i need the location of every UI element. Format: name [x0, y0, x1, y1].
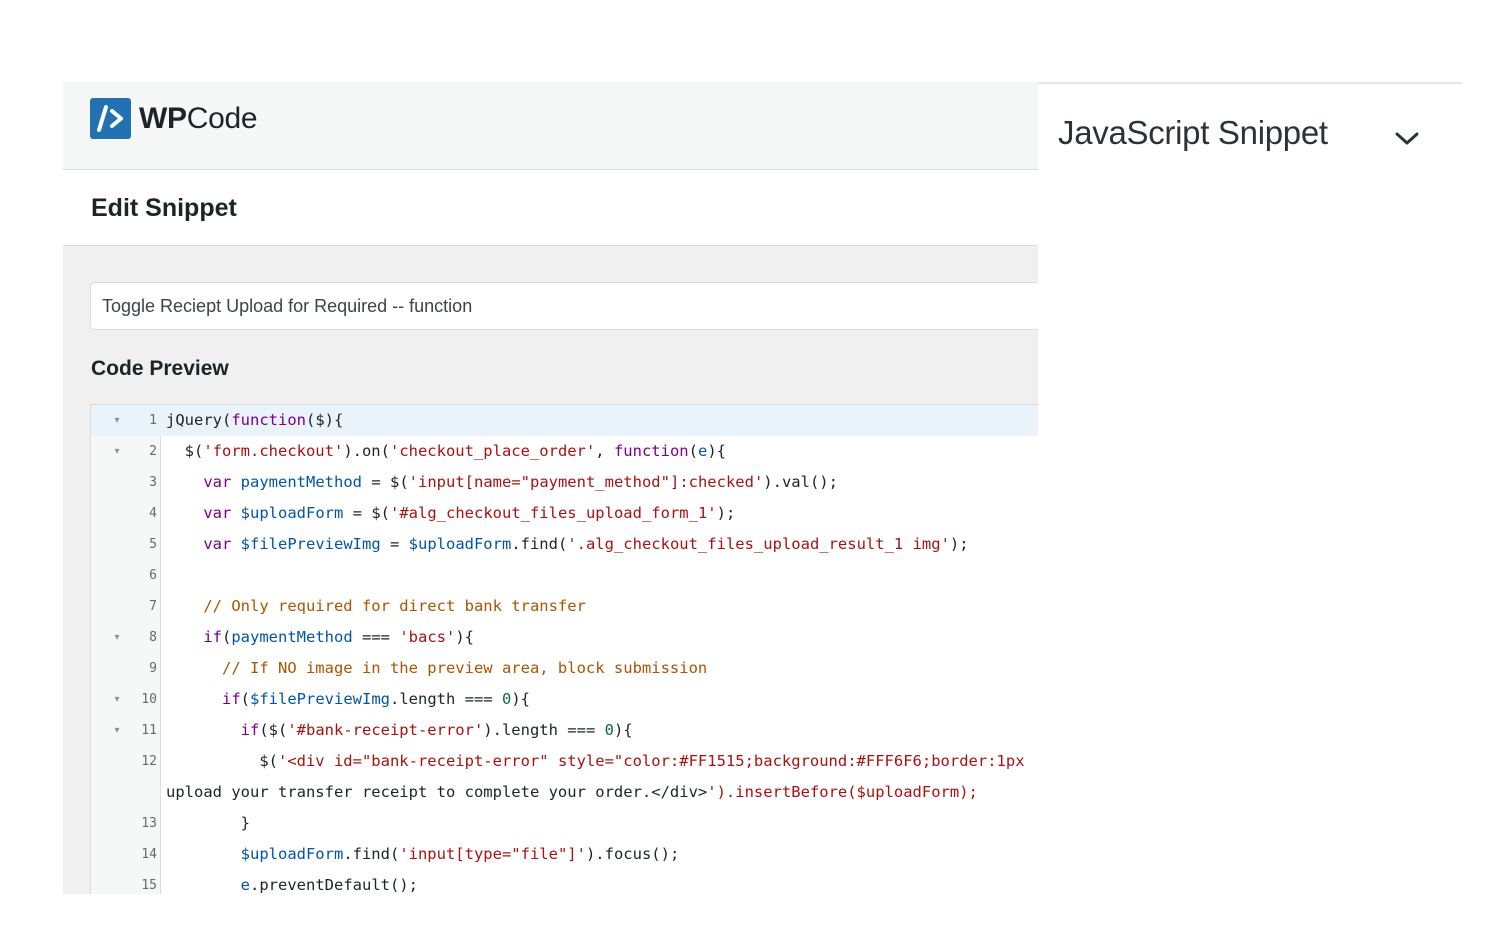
code-text: if($filePreviewImg.length === 0){ — [222, 690, 530, 708]
code-line[interactable]: 12 $('<div id="bank-receipt-error" style… — [91, 746, 1038, 777]
line-number: 8 — [149, 630, 157, 645]
brand-name: WPCode — [139, 101, 258, 135]
page-header: Edit Snippet — [63, 170, 1038, 246]
page-title: Edit Snippet — [91, 194, 237, 222]
line-number: 15 — [141, 878, 157, 893]
line-number: 11 — [141, 723, 157, 738]
fold-toggle-icon[interactable]: ▾ — [111, 405, 123, 436]
line-number: 5 — [149, 537, 157, 552]
line-number: 13 — [141, 816, 157, 831]
code-text: $('form.checkout').on('checkout_place_or… — [166, 442, 726, 460]
fold-toggle-icon[interactable]: ▾ — [111, 715, 123, 746]
code-editor[interactable]: ▾ 1 jQuery(function($){ ▾ 2 $('form.checkout… — [90, 404, 1038, 894]
code-line[interactable]: ▾ 8 if(paymentMethod === 'bacs'){ — [91, 622, 1038, 653]
plugin-header: WPCode — [63, 82, 1038, 170]
code-text: } — [166, 814, 250, 832]
code-line[interactable]: 9 // If NO image in the preview area, bl… — [91, 653, 1038, 684]
code-line[interactable]: 14 $uploadForm.find('input[type="file"]'… — [91, 839, 1038, 870]
chevron-down-icon[interactable] — [1392, 124, 1422, 154]
code-lines: ▾ 1 jQuery(function($){ ▾ 2 $('form.checkout… — [91, 405, 1038, 894]
code-text: $('<div id="bank-receipt-error" style="c… — [166, 752, 1025, 770]
code-line[interactable]: ▾ 10 if($filePreviewImg.length === 0){ — [91, 684, 1038, 715]
code-line[interactable]: ▾ 2 $('form.checkout').on('checkout_place… — [91, 436, 1038, 467]
code-text: // If NO image in the preview area, bloc… — [166, 659, 708, 677]
code-text: var paymentMethod = $('input[name="payme… — [203, 473, 838, 491]
line-number: 2 — [149, 444, 157, 459]
code-line[interactable]: ▾ 11 if($('#bank-receipt-error').length =… — [91, 715, 1038, 746]
code-text: jQuery(function($){ — [166, 411, 344, 429]
line-number: 3 — [149, 475, 157, 490]
code-line-wrapped[interactable]: upload your transfer receipt to complete… — [91, 777, 1038, 808]
code-line[interactable]: 4 var $uploadForm = $('#alg_checkout_fil… — [91, 498, 1038, 529]
code-text: var $filePreviewImg = $uploadForm.find('… — [203, 535, 969, 553]
line-number: 6 — [149, 568, 157, 583]
code-line[interactable]: 3 var paymentMethod = $('input[name="pay… — [91, 467, 1038, 498]
fold-toggle-icon[interactable]: ▾ — [111, 684, 123, 715]
snippet-type-panel: JavaScript Snippet — [1038, 82, 1462, 202]
code-line[interactable]: 13 } — [91, 808, 1038, 839]
line-number: 7 — [149, 599, 157, 614]
snippet-title-input[interactable]: Toggle Reciept Upload for Required -- fu… — [90, 282, 1038, 330]
code-text: e.preventDefault(); — [240, 876, 418, 894]
code-line[interactable]: 7 // Only required for direct bank trans… — [91, 591, 1038, 622]
line-number: 10 — [141, 692, 157, 707]
line-number: 12 — [141, 754, 157, 769]
code-preview-label: Code Preview — [91, 357, 229, 380]
line-number: 4 — [149, 506, 157, 521]
code-text: upload your transfer receipt to complete… — [166, 783, 978, 801]
line-number: 1 — [149, 413, 157, 428]
snippet-editor-panel: WPCode Edit Snippet Toggle Reciept Uploa… — [63, 82, 1038, 894]
code-text: if(paymentMethod === 'bacs'){ — [203, 628, 475, 646]
code-text: $uploadForm.find('input[type="file"]').f… — [240, 845, 680, 863]
fold-toggle-icon[interactable]: ▾ — [111, 622, 123, 653]
line-number: 14 — [141, 847, 157, 862]
code-text: // Only required for direct bank transfe… — [166, 597, 586, 615]
wpcode-logo[interactable]: WPCode — [90, 98, 258, 139]
code-logo-icon — [90, 98, 131, 139]
code-line[interactable]: 5 var $filePreviewImg = $uploadForm.find… — [91, 529, 1038, 560]
code-line[interactable]: ▾ 1 jQuery(function($){ — [91, 405, 1038, 436]
code-line[interactable]: 15 e.preventDefault(); — [91, 870, 1038, 894]
code-text: if($('#bank-receipt-error').length === 0… — [240, 721, 633, 739]
code-text: var $uploadForm = $('#alg_checkout_files… — [203, 504, 736, 522]
fold-toggle-icon[interactable]: ▾ — [111, 436, 123, 467]
line-number: 9 — [149, 661, 157, 676]
code-line[interactable]: 6 — [91, 560, 1038, 591]
snippet-type-label[interactable]: JavaScript Snippet — [1058, 114, 1328, 152]
